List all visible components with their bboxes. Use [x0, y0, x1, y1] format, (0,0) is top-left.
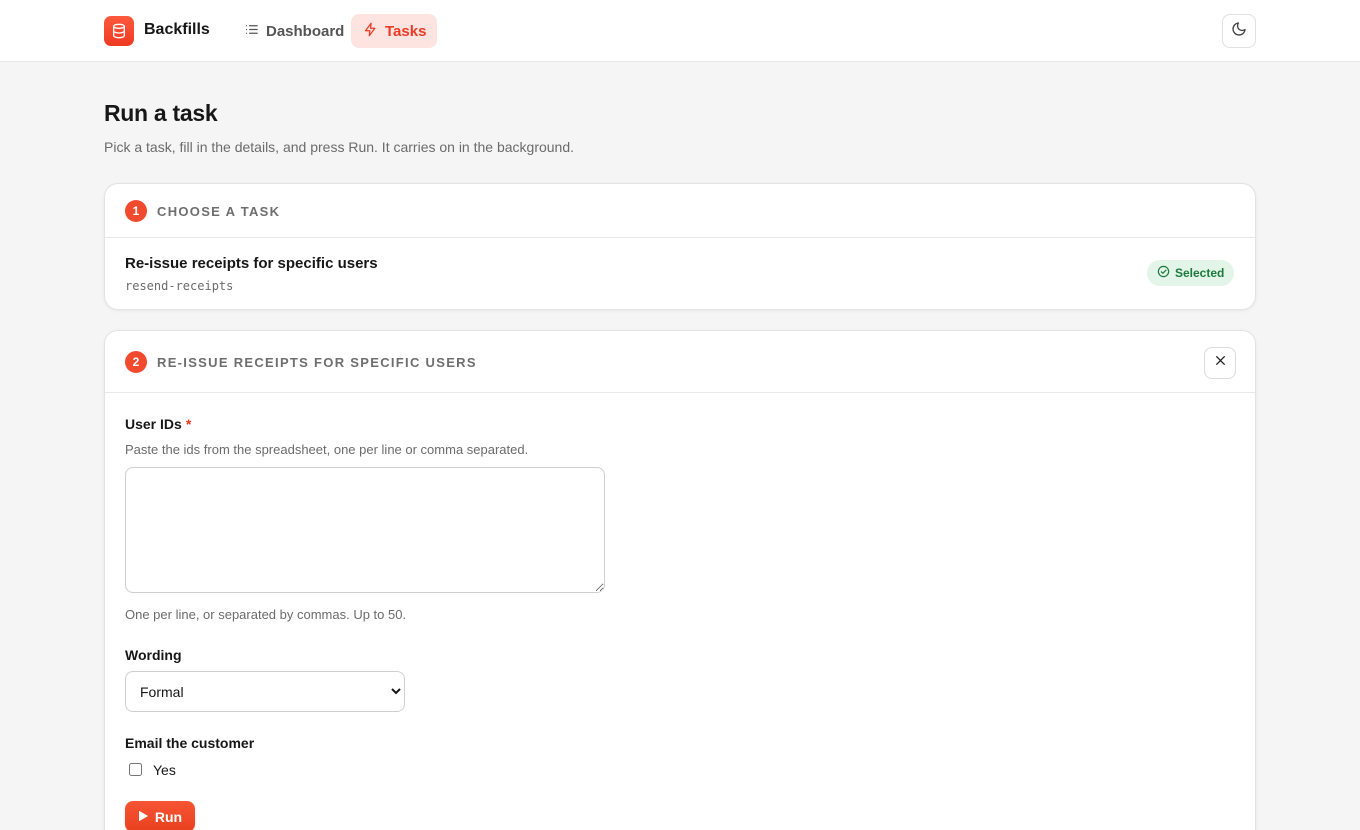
- nav-item-label: Dashboard: [266, 22, 345, 40]
- user-ids-label-text: User IDs: [125, 416, 182, 432]
- card-header: 1 Choose a task: [105, 184, 1255, 238]
- email-customer-option-label[interactable]: Yes: [153, 762, 176, 778]
- step-number-badge: 1: [125, 200, 147, 222]
- step-number-badge: 2: [125, 351, 147, 373]
- run-button-label: Run: [154, 808, 183, 825]
- card-header: 2 Re-issue receipts for specific users: [105, 331, 1255, 393]
- nav-item-tasks[interactable]: Tasks: [351, 14, 437, 48]
- close-button[interactable]: [1204, 347, 1236, 379]
- list-icon: [244, 22, 259, 41]
- check-circle-icon: [1157, 265, 1170, 281]
- brand-name: Backfills: [144, 21, 210, 38]
- choose-task-card: 1 Choose a task Re-issue receipts for sp…: [104, 183, 1256, 310]
- status-badge: Selected: [1147, 260, 1235, 286]
- page-title: Run a task: [104, 100, 218, 126]
- step-title: Re-issue receipts for specific users: [157, 355, 477, 370]
- email-customer-checkbox[interactable]: [129, 763, 142, 776]
- bolt-icon: [363, 22, 378, 41]
- user-ids-label: User IDs *: [125, 416, 191, 432]
- nav-item-dashboard[interactable]: Dashboard: [232, 14, 356, 48]
- page-subtitle: Pick a task, fill in the details, and pr…: [104, 139, 575, 155]
- wording-label: Wording: [125, 647, 182, 663]
- step-title: Choose a task: [157, 204, 281, 219]
- play-icon: [138, 809, 149, 825]
- wording-select[interactable]: Formal: [125, 671, 405, 712]
- status-badge-label: Selected: [1175, 266, 1225, 280]
- email-customer-label: Email the customer: [125, 735, 255, 751]
- required-marker: *: [185, 416, 192, 432]
- database-icon: [104, 16, 134, 46]
- theme-toggle-button[interactable]: [1222, 14, 1256, 48]
- task-form-card: 2 Re-issue receipts for specific users U…: [104, 330, 1256, 830]
- close-icon: [1214, 354, 1227, 372]
- run-button[interactable]: Run: [125, 801, 195, 830]
- nav-item-label: Tasks: [385, 22, 427, 40]
- user-ids-description: Paste the ids from the spreadsheet, one …: [125, 442, 529, 457]
- task-name: Re-issue receipts for specific users: [125, 255, 378, 272]
- user-ids-help: One per line, or separated by commas. Up…: [125, 607, 407, 622]
- task-slug: resend-receipts: [125, 279, 234, 293]
- top-bar: Backfills Dashboard Tasks: [0, 0, 1360, 62]
- moon-icon: [1231, 21, 1247, 42]
- user-ids-input[interactable]: [125, 467, 605, 593]
